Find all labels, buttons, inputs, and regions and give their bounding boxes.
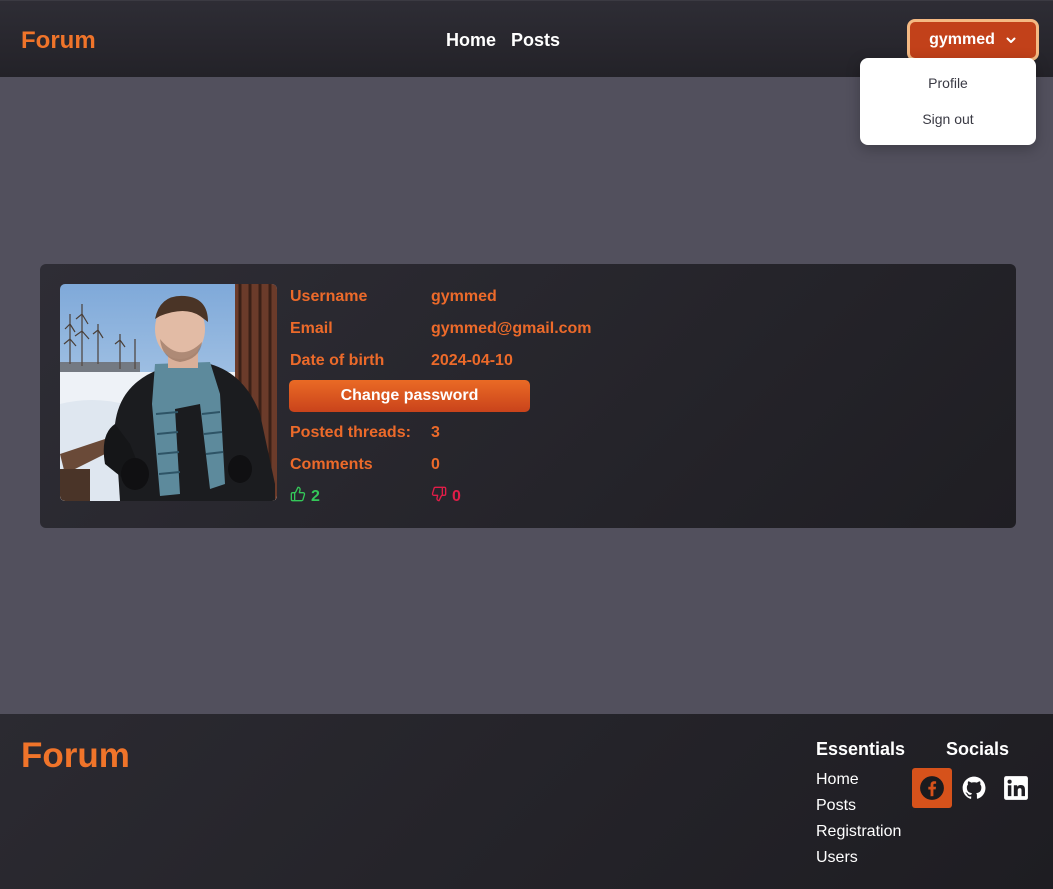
nav-posts-link[interactable]: Posts xyxy=(511,30,560,51)
user-dropdown-menu: Profile Sign out xyxy=(860,58,1036,145)
essentials-title: Essentials xyxy=(816,739,906,759)
footer-socials: Socials xyxy=(946,739,1009,770)
thumbs-up-icon xyxy=(290,486,306,507)
dob-value: 2024-04-10 xyxy=(431,352,513,369)
socials-title: Socials xyxy=(946,739,1010,759)
dislikes-counter: 0 xyxy=(431,486,461,507)
likes-counter: 2 xyxy=(290,486,320,507)
footer-link-posts[interactable]: Posts xyxy=(816,796,905,822)
profile-photo xyxy=(60,284,277,501)
facebook-icon[interactable] xyxy=(912,768,952,808)
footer-link-registration[interactable]: Registration xyxy=(816,822,905,848)
linkedin-icon[interactable] xyxy=(996,768,1036,808)
threads-label: Posted threads: xyxy=(290,424,411,441)
brand-logo[interactable]: Forum xyxy=(21,27,96,55)
comments-value: 0 xyxy=(431,456,440,473)
username-label: Username xyxy=(290,288,368,305)
email-value: gymmed@gmail.com xyxy=(431,320,592,337)
profile-card: Username gymmed Email gymmed@gmail.com D… xyxy=(40,264,1016,528)
user-menu-label: gymmed xyxy=(929,31,995,48)
footer-link-users[interactable]: Users xyxy=(816,848,905,874)
dislikes-count: 0 xyxy=(452,487,461,505)
main-nav: Home Posts xyxy=(446,30,560,51)
footer-brand-logo[interactable]: Forum xyxy=(21,736,130,776)
footer: Forum Essentials Home Posts Registration… xyxy=(0,714,1053,889)
chevron-down-icon xyxy=(1005,34,1017,46)
threads-value: 3 xyxy=(431,424,440,441)
thumbs-down-icon xyxy=(431,486,447,507)
username-value: gymmed xyxy=(431,288,497,305)
menu-item-profile[interactable]: Profile xyxy=(860,68,1036,104)
menu-item-sign-out[interactable]: Sign out xyxy=(860,104,1036,140)
dob-label: Date of birth xyxy=(290,352,385,369)
nav-home-link[interactable]: Home xyxy=(446,30,496,51)
email-label: Email xyxy=(290,320,333,337)
footer-essentials: Essentials Home Posts Registration Users xyxy=(816,739,905,874)
user-menu-button[interactable]: gymmed xyxy=(907,19,1039,61)
change-password-button[interactable]: Change password xyxy=(289,380,530,412)
github-icon[interactable] xyxy=(954,768,994,808)
footer-link-home[interactable]: Home xyxy=(816,770,905,796)
comments-label: Comments xyxy=(290,456,373,473)
likes-count: 2 xyxy=(311,487,320,505)
